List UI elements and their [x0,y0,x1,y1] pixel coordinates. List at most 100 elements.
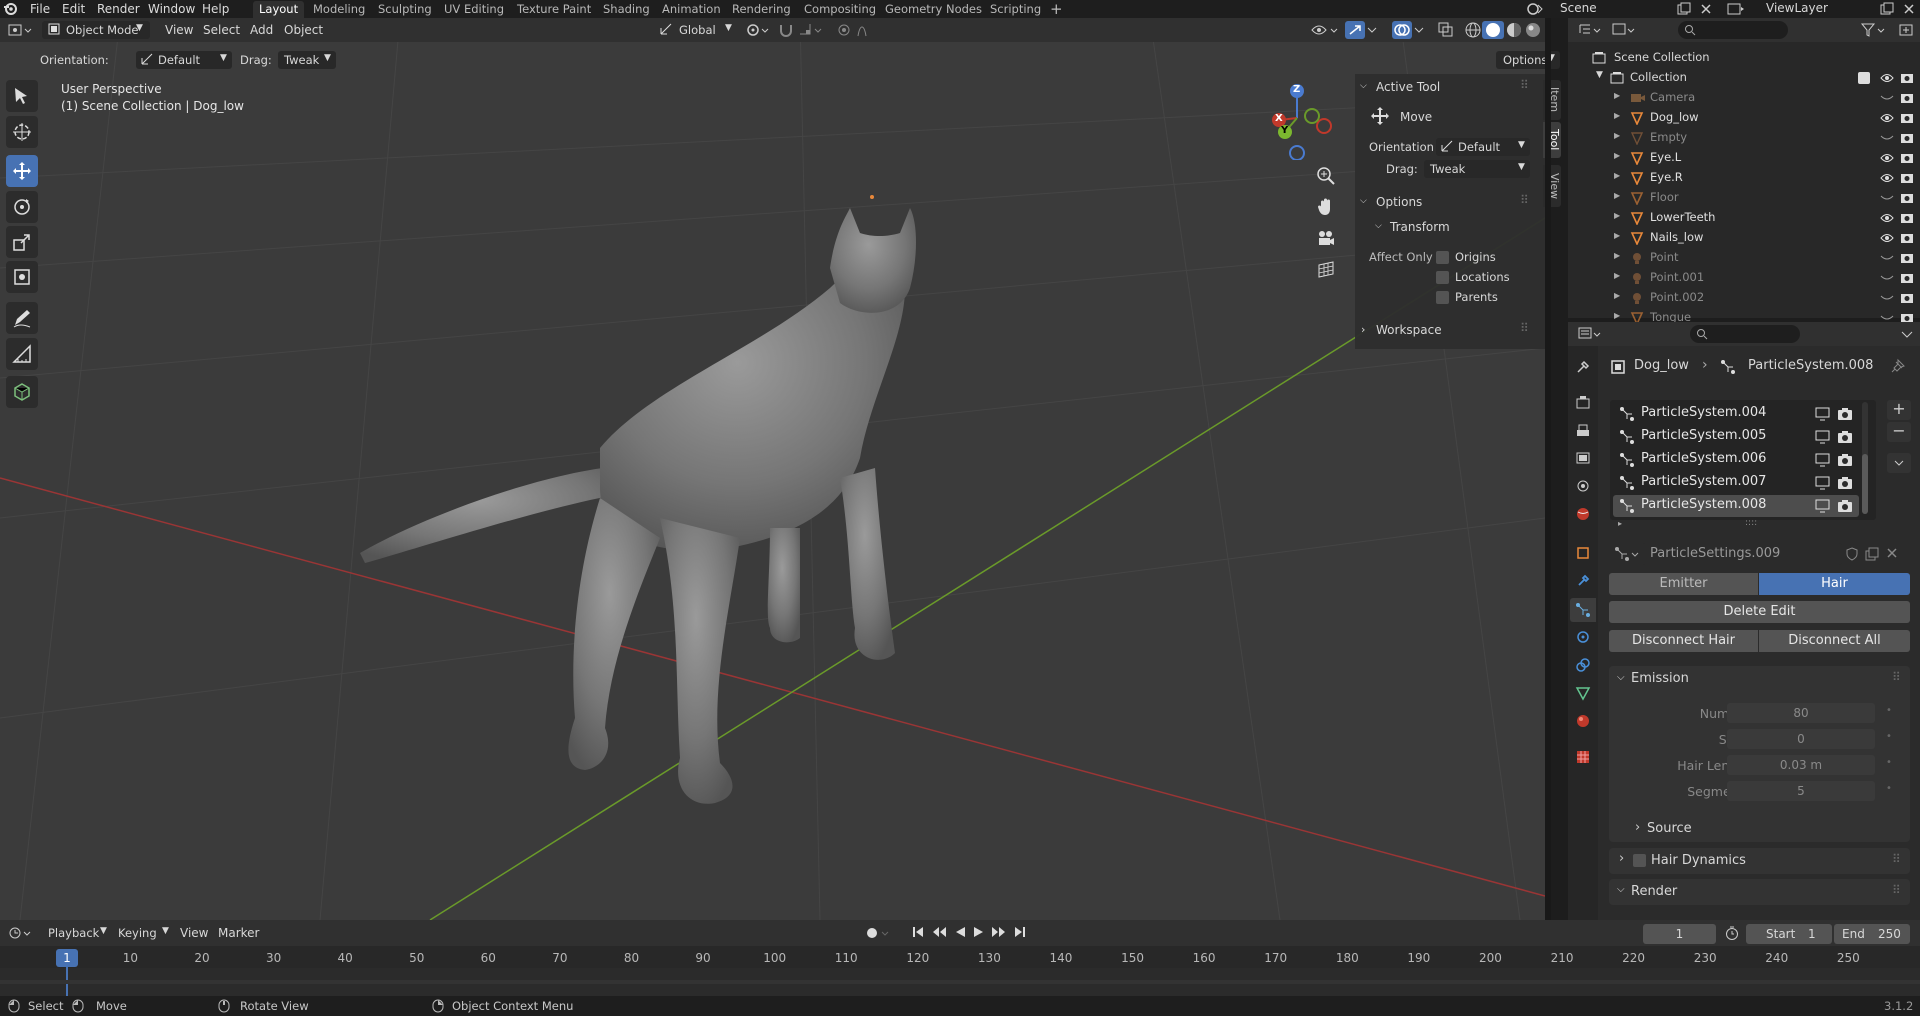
tab-geometry-nodes[interactable]: Geometry Nodes [879,1,988,18]
remove-particle-system-button[interactable]: − [1887,422,1911,442]
object-properties-tab-icon[interactable] [1574,544,1592,562]
chevron-right-icon[interactable]: ▶ [1614,111,1620,120]
shading-solid-icon[interactable] [1482,21,1504,39]
start-frame-field[interactable]: Start 1 [1746,924,1832,944]
camera-render-icon[interactable] [1837,429,1853,445]
eye-closed-icon[interactable] [1880,254,1894,262]
jump-start-icon[interactable] [911,925,925,939]
proportional-edit-icon[interactable] [836,22,872,38]
npanel-orientation-dropdown[interactable]: Default ▼ [1436,138,1530,156]
specials-menu-button[interactable] [1887,453,1911,473]
properties-search-input[interactable] [1690,325,1800,343]
pin-icon[interactable] [1890,358,1906,374]
shading-wireframe-icon[interactable] [1464,21,1482,39]
tab-animation[interactable]: Animation [656,1,727,18]
menu-render[interactable]: Render [97,2,140,16]
material-properties-tab-icon[interactable] [1574,712,1592,730]
scene-properties-tab-icon[interactable] [1574,477,1592,495]
stopwatch-icon[interactable] [1724,925,1740,941]
fake-user-shield-icon[interactable] [1844,546,1860,562]
drag-handle-icon[interactable]: ⠿ [1520,193,1529,207]
camera-render-icon[interactable] [1900,151,1914,165]
chevron-right-icon[interactable]: ▶ [1614,151,1620,160]
play-reverse-icon[interactable] [953,925,967,939]
snap-icon[interactable] [778,22,796,38]
particle-system-row[interactable]: ParticleSystem.004 [1613,403,1859,425]
animate-property-dot[interactable]: • [1886,757,1892,768]
outliner-row[interactable]: ▶ Empty [1568,128,1920,148]
viewport-display-icon[interactable] [1815,499,1831,513]
orientation-header-dropdown[interactable]: Default ▼ [136,51,232,69]
chevron-right-icon[interactable]: ▶ [1614,211,1620,220]
visibility-selectability-icon[interactable] [1310,22,1340,38]
camera-render-icon[interactable] [1900,71,1914,85]
menu-window[interactable]: Window [148,2,195,16]
eye-closed-icon[interactable] [1880,314,1894,322]
jump-keyframe-back-icon[interactable] [931,925,947,939]
emission-field-input[interactable]: 0 [1727,729,1875,749]
add-cube-tool[interactable] [6,376,38,408]
outliner-row[interactable]: ▶ Floor [1568,188,1920,208]
timeline-view-menu[interactable]: View [180,926,208,940]
overlays-dropdown-icon[interactable] [1413,23,1425,37]
collection-checkbox[interactable] [1858,72,1870,84]
tab-layout[interactable]: Layout [253,1,305,18]
drag-handle-icon[interactable]: ⠿ [1892,670,1901,684]
blender-logo-icon[interactable] [3,2,17,16]
jump-keyframe-forward-icon[interactable] [991,925,1007,939]
camera-render-icon[interactable] [1900,111,1914,125]
eye-closed-icon[interactable] [1880,274,1894,282]
animate-property-dot[interactable]: • [1886,731,1892,742]
gizmo-toggle-icon[interactable] [1345,21,1365,39]
hair-dynamics-checkbox[interactable] [1633,854,1646,867]
list-resize-handle[interactable]: :::: [1745,519,1761,528]
timeline-marker-menu[interactable]: Marker [218,926,259,940]
chevron-right-icon[interactable]: ▶ [1614,91,1620,100]
area-divider[interactable] [1545,18,1551,920]
shading-rendered-icon[interactable] [1524,21,1542,39]
drag-handle-icon[interactable]: ⠿ [1520,78,1529,92]
camera-render-icon[interactable] [1837,406,1853,422]
eye-closed-icon[interactable] [1880,194,1894,202]
tab-texture-paint[interactable]: Texture Paint [511,1,597,18]
editor-type-icon[interactable] [8,22,32,38]
viewport-display-icon[interactable] [1815,430,1831,444]
new-collection-icon[interactable] [1898,22,1914,38]
chevron-right-icon[interactable]: ▶ [1614,251,1620,260]
texture-properties-tab-icon[interactable] [1574,748,1592,766]
output-properties-tab-icon[interactable] [1574,421,1592,439]
outliner-row[interactable]: ▶ Eye.R [1568,168,1920,188]
particle-system-row[interactable]: ParticleSystem.007 [1613,472,1859,494]
chevron-right-icon[interactable]: ▶ [1614,231,1620,240]
delete-edit-button[interactable]: Delete Edit [1609,601,1910,623]
transform-orientation-dropdown[interactable]: Global ▼ [657,21,737,39]
snap-target-icon[interactable] [798,22,826,38]
drag-handle-icon[interactable]: ⠿ [1892,852,1901,866]
delete-view-layer-icon[interactable] [1903,3,1915,15]
cursor-tool[interactable] [6,116,38,148]
camera-render-icon[interactable] [1900,251,1914,265]
source-subpanel-header[interactable]: › Source [1625,818,1905,840]
list-scrollbar-thumb[interactable] [1862,454,1868,514]
viewport-display-icon[interactable] [1815,476,1831,490]
duplicate-icon[interactable] [1864,546,1880,562]
eye-icon[interactable] [1880,111,1894,125]
render-panel-header[interactable]: ⌵ Render ⠿ [1609,879,1910,905]
zoom-icon[interactable] [1316,166,1336,186]
chevron-right-icon[interactable]: ▶ [1614,311,1620,320]
data-properties-tab-icon[interactable] [1574,684,1592,702]
annotate-tool[interactable] [6,302,38,334]
new-view-layer-icon[interactable] [1880,2,1894,16]
timeline-editor-type-icon[interactable] [8,925,34,941]
menu-edit[interactable]: Edit [62,2,85,16]
particle-system-row[interactable]: ParticleSystem.008 [1613,495,1859,517]
rotate-tool[interactable] [6,191,38,223]
view-layer-properties-tab-icon[interactable] [1574,449,1592,467]
delete-scene-icon[interactable] [1700,3,1712,15]
world-properties-tab-icon[interactable] [1574,505,1592,523]
chevron-right-icon[interactable]: ▶ [1614,171,1620,180]
eye-icon[interactable] [1880,231,1894,245]
tab-compositing[interactable]: Compositing [798,1,882,18]
list-scrollbar[interactable] [1862,402,1868,514]
tab-sculpting[interactable]: Sculpting [372,1,438,18]
